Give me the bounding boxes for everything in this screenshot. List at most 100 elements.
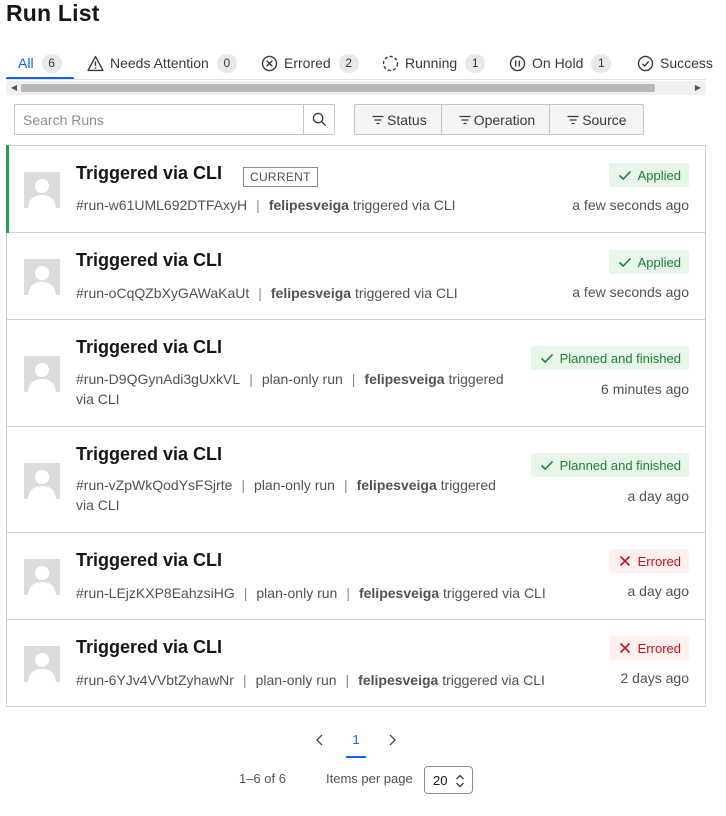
filter-icon	[459, 115, 471, 124]
run-action: triggered	[440, 477, 496, 493]
status-label: Planned and finished	[559, 350, 681, 366]
status-label: Applied	[637, 167, 681, 183]
run-row[interactable]: Triggered via CLI #run-6YJv4VVbtZyhawNr |…	[7, 620, 705, 706]
run-action: triggered via CLI	[442, 672, 545, 688]
run-id[interactable]: #run-6YJv4VVbtZyhawNr	[76, 672, 234, 688]
tab-label: Running	[405, 55, 458, 71]
tab-label: Errored	[284, 55, 331, 71]
avatar	[24, 172, 60, 208]
running-icon	[382, 55, 399, 72]
run-row[interactable]: Triggered via CLI #run-LEjzKXP8EahzsiHG |…	[7, 533, 705, 620]
status-label: Applied	[637, 254, 681, 270]
status-filter-button[interactable]: Status	[355, 105, 442, 134]
tab-all[interactable]: All 6	[6, 46, 74, 80]
status-label: Errored	[637, 553, 681, 569]
run-type: plan-only run	[254, 477, 335, 493]
run-filter-tabs: All 6 Needs Attention 0 Errored 2 Runnin…	[6, 46, 726, 80]
filter-button-group: Status Operation Source	[354, 104, 644, 135]
tab-count: 0	[216, 53, 237, 73]
run-title: Triggered via CLI	[76, 444, 223, 464]
run-meta: #run-w61UML692DTFAxyH | felipesveiga trigg…	[76, 197, 456, 213]
run-row[interactable]: Triggered via CLI #run-vZpWkQodYsFSjrte |…	[7, 427, 705, 533]
filter-label: Status	[387, 111, 427, 128]
run-user: felipesveiga	[270, 285, 352, 301]
page-title: Run List	[6, 0, 100, 26]
run-action: triggered via CLI	[443, 585, 546, 601]
page-number[interactable]: 1	[346, 728, 366, 758]
filter-label: Source	[582, 111, 627, 128]
run-type: plan-only run	[255, 672, 337, 688]
tab-count: 2	[338, 53, 359, 73]
filter-label: Operation	[473, 111, 536, 128]
run-id[interactable]: #run-D9QGynAdi3gUxkVL	[76, 371, 240, 387]
run-id[interactable]: #run-oCqQZbXyGAWaKaUt	[76, 285, 249, 301]
status-label: Planned and finished	[559, 457, 681, 473]
run-title: Triggered via CLI	[76, 250, 223, 270]
next-page-button[interactable]	[383, 731, 401, 749]
tab-count: 1	[465, 53, 486, 73]
checkmark-icon	[618, 170, 631, 181]
run-title: Triggered via CLI	[76, 637, 223, 657]
run-id[interactable]: #run-w61UML692DTFAxyH	[76, 197, 247, 213]
run-user: felipesveiga	[358, 672, 439, 688]
run-row[interactable]: Triggered via CLI #run-oCqQZbXyGAWaKaUt |…	[7, 233, 705, 320]
operation-filter-button[interactable]: Operation	[442, 105, 551, 134]
filter-icon	[567, 115, 579, 124]
status-badge: Planned and finished	[530, 346, 689, 370]
tab-success[interactable]: Success	[637, 46, 713, 80]
status-badge: Applied	[608, 250, 689, 274]
items-per-page-label: Items per page	[326, 771, 413, 786]
run-title: Triggered via CLI	[76, 337, 223, 357]
status-label: Errored	[637, 640, 681, 656]
tab-count: 1	[591, 53, 612, 73]
tab-on-hold[interactable]: On Hold 1	[509, 46, 612, 80]
items-per-page-value: 20	[433, 772, 448, 788]
run-id[interactable]: #run-vZpWkQodYsFSjrte	[76, 477, 232, 493]
tab-label: On Hold	[532, 55, 584, 71]
run-action-cont: via CLI	[76, 497, 120, 513]
run-type: plan-only run	[261, 371, 343, 387]
run-time: 2 days ago	[620, 670, 690, 686]
run-meta: #run-vZpWkQodYsFSjrte | plan-only run | feli…	[76, 477, 496, 513]
run-time: a few seconds ago	[572, 197, 689, 213]
search-button[interactable]	[303, 104, 335, 135]
run-meta: #run-oCqQZbXyGAWaKaUt | felipesveiga trigg…	[76, 285, 458, 301]
chevron-left-icon	[316, 734, 323, 746]
scrollbar-thumb[interactable]	[21, 84, 655, 92]
avatar	[24, 559, 60, 595]
run-meta: #run-LEjzKXP8EahzsiHG | plan-only run | feli…	[76, 585, 546, 601]
run-row[interactable]: Triggered via CLI CURRENT #run-w61UML692…	[6, 145, 705, 233]
pause-icon	[509, 55, 526, 72]
filter-icon	[372, 115, 384, 124]
tab-errored[interactable]: Errored 2	[261, 46, 359, 80]
tab-needs-attention[interactable]: Needs Attention 0	[87, 46, 237, 80]
run-user: felipesveiga	[358, 585, 440, 601]
items-per-page-select[interactable]: 20	[424, 766, 473, 794]
checkmark-icon	[540, 353, 553, 364]
avatar	[24, 259, 60, 295]
scroll-right-icon[interactable]: ▶	[693, 83, 703, 93]
status-badge: Applied	[608, 163, 689, 187]
checkmark-icon	[618, 257, 631, 268]
tab-label: Success	[660, 55, 713, 71]
scroll-left-icon[interactable]: ◀	[9, 83, 19, 93]
previous-page-button[interactable]	[311, 731, 329, 749]
run-action-cont: via CLI	[76, 391, 120, 407]
close-icon	[619, 642, 630, 654]
run-row[interactable]: Triggered via CLI #run-D9QGynAdi3gUxkVL |…	[7, 320, 705, 427]
run-id[interactable]: #run-LEjzKXP8EahzsiHG	[76, 585, 235, 601]
run-action: triggered	[448, 371, 504, 387]
search-input[interactable]	[15, 105, 304, 134]
chevron-updown-icon	[456, 774, 464, 788]
run-action: triggered via CLI	[354, 285, 458, 301]
tab-running[interactable]: Running 1	[382, 46, 486, 80]
warning-icon	[87, 55, 104, 72]
checkmark-icon	[540, 460, 553, 471]
check-circle-icon	[637, 55, 654, 72]
tabs-scrollbar[interactable]: ◀ ▶	[6, 81, 706, 95]
avatar	[24, 646, 60, 682]
run-time: a day ago	[627, 583, 690, 599]
source-filter-button[interactable]: Source	[550, 105, 642, 134]
run-user: felipesveiga	[268, 197, 349, 213]
run-time: a few seconds ago	[572, 284, 689, 300]
